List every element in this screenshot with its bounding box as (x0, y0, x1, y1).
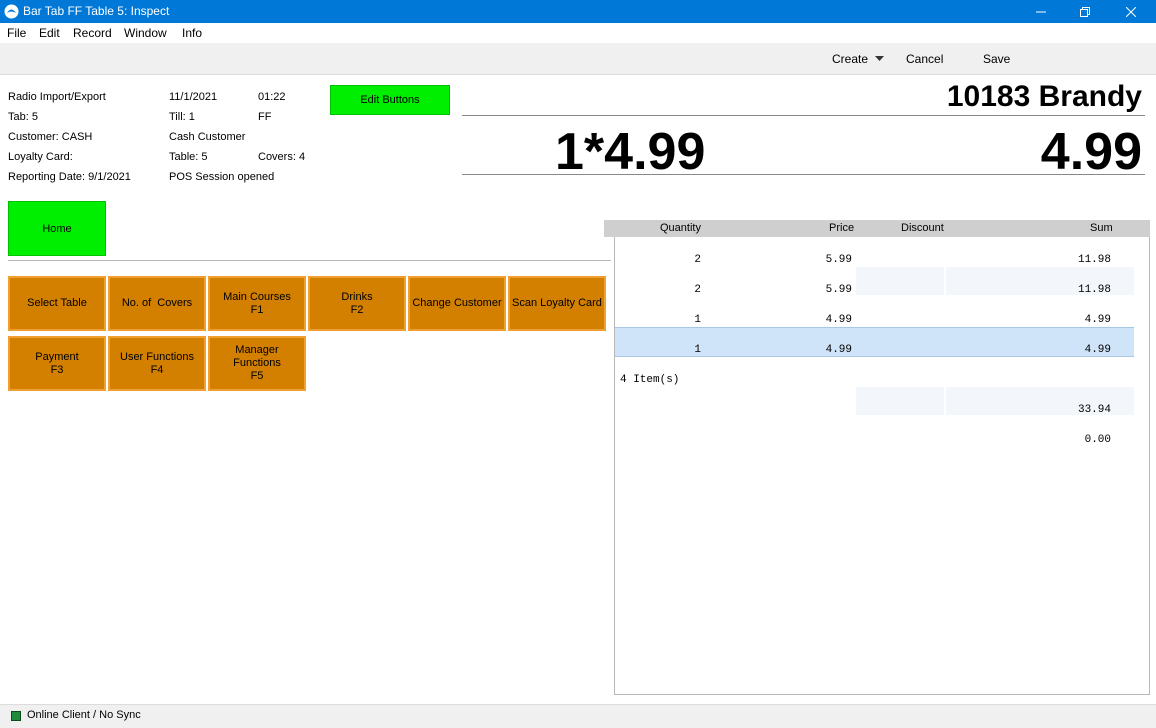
table-row-selected[interactable]: 1 4.99 4.99 (615, 327, 1134, 357)
row-price: 4.99 (825, 344, 852, 356)
row-sum: 11.98 (1077, 254, 1111, 266)
close-icon (1126, 6, 1136, 17)
date: 11/1/2021 (169, 91, 218, 103)
row-sum: 4.99 (1084, 344, 1111, 356)
save-button[interactable]: Save (983, 52, 1010, 66)
status-text: Online Client / No Sync (27, 709, 141, 721)
window-title: Bar Tab FF Table 5: Inspect (23, 4, 170, 18)
menu-window[interactable]: Window (124, 26, 167, 40)
item-display: 10183 Brandy (946, 80, 1142, 113)
select-table-button[interactable]: Select Table (8, 276, 106, 331)
drinks-button[interactable]: Drinks F2 (308, 276, 406, 331)
close-button[interactable] (1108, 0, 1154, 23)
change-customer-button[interactable]: Change Customer (408, 276, 506, 331)
menu-edit[interactable]: Edit (39, 26, 60, 40)
manager-functions-key: F5 (250, 370, 264, 382)
reporting-date: Reporting Date: 9/1/2021 (8, 171, 131, 183)
change-customer-label: Change Customer (412, 297, 502, 309)
covers: Covers: 4 (258, 151, 306, 163)
minimize-button[interactable] (1018, 0, 1064, 23)
total-display: 4.99 (1040, 123, 1142, 181)
table-row[interactable]: 2 5.99 11.98 (615, 246, 1134, 274)
menu-bar: File Edit Record Window Info (0, 23, 1156, 43)
customer-name: Cash Customer (169, 131, 246, 143)
row-qty: 1 (694, 344, 701, 356)
row-price: 5.99 (825, 254, 852, 266)
no-of-covers-label: No. of Covers (121, 297, 193, 309)
manager-functions-button[interactable]: Manager Functions F5 (208, 336, 306, 391)
customer: Customer: CASH (8, 131, 93, 143)
cell-tint (856, 387, 944, 415)
col-discount[interactable]: Discount (901, 222, 944, 234)
payment-label: Payment (35, 350, 79, 363)
user-functions-label: User Functions (120, 350, 194, 363)
restore-button[interactable] (1062, 0, 1108, 23)
restore-icon (1080, 6, 1090, 17)
row-qty: 2 (694, 254, 701, 266)
menu-info[interactable]: Info (182, 26, 202, 40)
app-icon (4, 4, 19, 19)
chevron-down-icon (875, 56, 885, 61)
scan-loyalty-card-label: Scan Loyalty Card (512, 297, 602, 309)
main-courses-label: Main Courses (223, 290, 291, 303)
tab-number: Tab: 5 (8, 111, 38, 123)
row-price: 4.99 (825, 314, 852, 326)
drinks-key: F2 (350, 303, 364, 316)
drinks-label: Drinks (341, 290, 373, 303)
table-number: Table: 5 (169, 151, 208, 163)
manager-functions-label-1: Manager (235, 344, 279, 356)
main-courses-key: F1 (250, 303, 264, 316)
row-sum: 4.99 (1084, 314, 1111, 326)
session-status: POS Session opened (169, 171, 275, 183)
menu-file[interactable]: File (7, 26, 26, 40)
loyalty-card: Loyalty Card: (8, 151, 73, 163)
row-price: 5.99 (825, 284, 852, 296)
row-sum: 11.98 (1077, 284, 1111, 296)
edit-buttons-button[interactable]: Edit Buttons (330, 85, 450, 115)
scan-loyalty-card-button[interactable]: Scan Loyalty Card (508, 276, 606, 331)
title-bar: Bar Tab FF Table 5: Inspect (0, 0, 1156, 23)
col-price[interactable]: Price (829, 222, 854, 234)
cancel-button[interactable]: Cancel (906, 52, 943, 66)
payment-button[interactable]: Payment F3 (8, 336, 106, 391)
menu-record[interactable]: Record (73, 26, 112, 40)
minimize-icon (1036, 11, 1046, 12)
item-list-header: Quantity Price Discount Sum (604, 220, 1150, 237)
user-functions-button[interactable]: User Functions F4 (108, 336, 206, 391)
user-functions-key: F4 (150, 363, 164, 376)
table-row[interactable]: 2 5.99 11.98 (615, 276, 1134, 304)
select-table-label: Select Table (27, 297, 87, 309)
sync-status-icon (11, 711, 21, 721)
row-qty: 2 (694, 284, 701, 296)
toolbar: Create Cancel Save (0, 43, 1156, 75)
list-extra-value: 0.00 (1084, 434, 1111, 446)
button-area-divider (8, 260, 611, 261)
row-qty: 1 (694, 314, 701, 326)
display-divider-top (462, 115, 1145, 116)
no-of-covers-button[interactable]: No. of Covers (108, 276, 206, 331)
time: 01:22 (258, 91, 286, 103)
calc-display: 1*4.99 (555, 123, 706, 181)
manager-functions-label-2: Functions (233, 357, 281, 369)
home-button[interactable]: Home (8, 201, 106, 256)
create-label: Create (832, 52, 869, 66)
main-courses-button[interactable]: Main Courses F1 (208, 276, 306, 331)
ff-code: FF (258, 111, 272, 123)
col-sum[interactable]: Sum (1090, 222, 1113, 234)
company-name: Radio Import/Export (8, 91, 106, 103)
list-total: 33.94 (1077, 404, 1111, 416)
create-button[interactable]: Create (832, 52, 885, 66)
col-quantity[interactable]: Quantity (660, 222, 701, 234)
status-bar: Online Client / No Sync (0, 704, 1156, 728)
item-list[interactable] (614, 236, 1150, 695)
items-count: 4 Item(s) (620, 374, 680, 386)
till-number: Till: 1 (169, 111, 195, 123)
display-divider-bottom (462, 174, 1145, 175)
payment-key: F3 (50, 363, 64, 376)
